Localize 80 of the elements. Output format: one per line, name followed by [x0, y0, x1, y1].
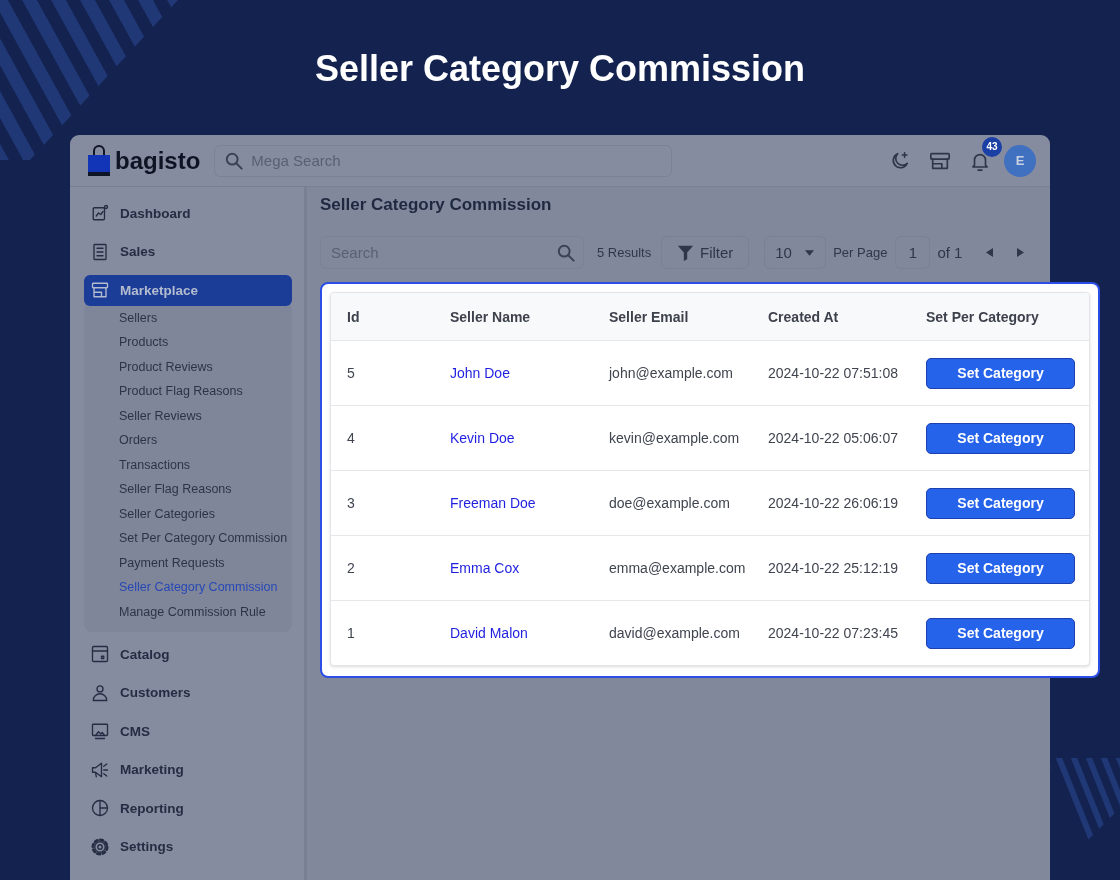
filter-button[interactable]: Filter: [661, 236, 750, 269]
table-cell: emma@example.com: [609, 560, 746, 576]
search-icon: [557, 243, 575, 262]
set-category-button[interactable]: Set Category: [926, 617, 1075, 649]
table-cell: 4: [347, 430, 355, 446]
sidebar-subitem[interactable]: Product Flag Reasons: [84, 379, 292, 404]
megaphone-icon: [91, 760, 109, 779]
notification-badge: 43: [982, 136, 1002, 157]
table-cell: 2024-10-22 07:51:08: [768, 365, 898, 381]
table-cell: 2024-10-22 25:12:19: [768, 560, 898, 576]
per-page-label: Per Page: [833, 245, 888, 260]
table-cell: kevin@example.com: [609, 430, 740, 446]
column-header: Id: [347, 308, 360, 325]
sidebar-item[interactable]: Marketplace: [84, 274, 292, 306]
shopping-bag-icon: [88, 145, 110, 176]
column-header: Created At: [768, 308, 839, 325]
search-icon: [225, 151, 244, 170]
sidebar-subitem[interactable]: Seller Category Commission: [84, 575, 292, 600]
chart-icon: [91, 204, 109, 222]
table-cell: 2024-10-22 26:06:19: [768, 495, 898, 511]
table-cell: 1: [347, 625, 355, 641]
settings-icon: [91, 837, 109, 856]
results-count: 5 Results: [597, 245, 652, 260]
moon-icon[interactable]: [889, 149, 911, 172]
sidebar-subitem[interactable]: Transactions: [84, 452, 292, 477]
set-category-button[interactable]: Set Category: [926, 487, 1075, 519]
caret-icon: [805, 249, 815, 256]
set-category-button[interactable]: Set Category: [926, 357, 1075, 389]
caret-left-icon[interactable]: [986, 248, 994, 257]
table-cell: 2024-10-22 07:23:45: [768, 625, 898, 641]
table-cell: 5: [347, 365, 355, 381]
column-header: Seller Name: [450, 308, 531, 325]
sidebar-subitem[interactable]: Sellers: [84, 305, 292, 330]
table-cell: 2024-10-22 05:06:07: [768, 430, 898, 446]
sidebar-subitem[interactable]: Set Per Category Commission: [84, 526, 292, 551]
table-cell: john@example.com: [609, 365, 733, 381]
sidebar-subitem[interactable]: Orders: [84, 428, 292, 453]
store-icon: [91, 281, 109, 299]
set-category-button[interactable]: Set Category: [926, 422, 1075, 454]
sidebar-item[interactable]: Customers: [84, 677, 292, 708]
caret-right-icon[interactable]: [1017, 248, 1025, 257]
sidebar-item[interactable]: Sales: [84, 236, 292, 267]
table-cell: 3: [347, 495, 355, 511]
set-category-button[interactable]: Set Category: [926, 552, 1075, 584]
table-cell: doe@example.com: [609, 495, 730, 511]
page-input[interactable]: 1: [895, 236, 931, 269]
sidebar-item[interactable]: Settings: [84, 831, 292, 862]
sidebar-subitem[interactable]: Seller Categories: [84, 501, 292, 526]
seller-name-link[interactable]: Kevin Doe: [450, 430, 515, 446]
table-cell: 2: [347, 560, 355, 576]
sidebar-subitem[interactable]: Manage Commission Rule: [84, 599, 292, 624]
window-icon: [91, 645, 109, 663]
seller-name-link[interactable]: Emma Cox: [450, 560, 520, 576]
seller-name-link[interactable]: David Malon: [450, 625, 528, 641]
seller-name-link[interactable]: Freeman Doe: [450, 495, 536, 511]
brand-name: bagisto: [115, 146, 201, 175]
monitor-icon: [91, 722, 109, 740]
sidebar-item[interactable]: CMS: [84, 715, 292, 747]
column-header: Seller Email: [609, 308, 689, 325]
page-title: Seller Category Commission: [314, 47, 806, 90]
sidebar-subitem[interactable]: Payment Requests: [84, 550, 292, 575]
per-page-select[interactable]: 10: [764, 236, 827, 269]
person-icon: [91, 683, 109, 702]
document-icon: [91, 242, 109, 261]
funnel-icon: [677, 244, 695, 261]
sidebar-item[interactable]: Reporting: [84, 792, 292, 824]
sidebar-subitem[interactable]: Products: [84, 330, 292, 355]
sidebar-subitem[interactable]: Product Reviews: [84, 354, 292, 379]
page-heading: Seller Category Commission: [320, 194, 553, 216]
sidebar-item[interactable]: Catalog: [84, 638, 292, 670]
sidebar-subitem[interactable]: Seller Flag Reasons: [84, 477, 292, 502]
sidebar-item[interactable]: Dashboard: [84, 197, 292, 229]
sidebar-subitem[interactable]: Seller Reviews: [84, 403, 292, 428]
table-cell: david@example.com: [609, 625, 740, 641]
page-total: of 1: [937, 244, 963, 261]
pie-chart-icon: [91, 799, 109, 817]
user-avatar[interactable]: E: [1004, 144, 1036, 177]
sidebar-item[interactable]: Marketing: [84, 754, 292, 785]
column-header: Set Per Category: [926, 308, 1039, 325]
seller-name-link[interactable]: John Doe: [450, 365, 510, 381]
